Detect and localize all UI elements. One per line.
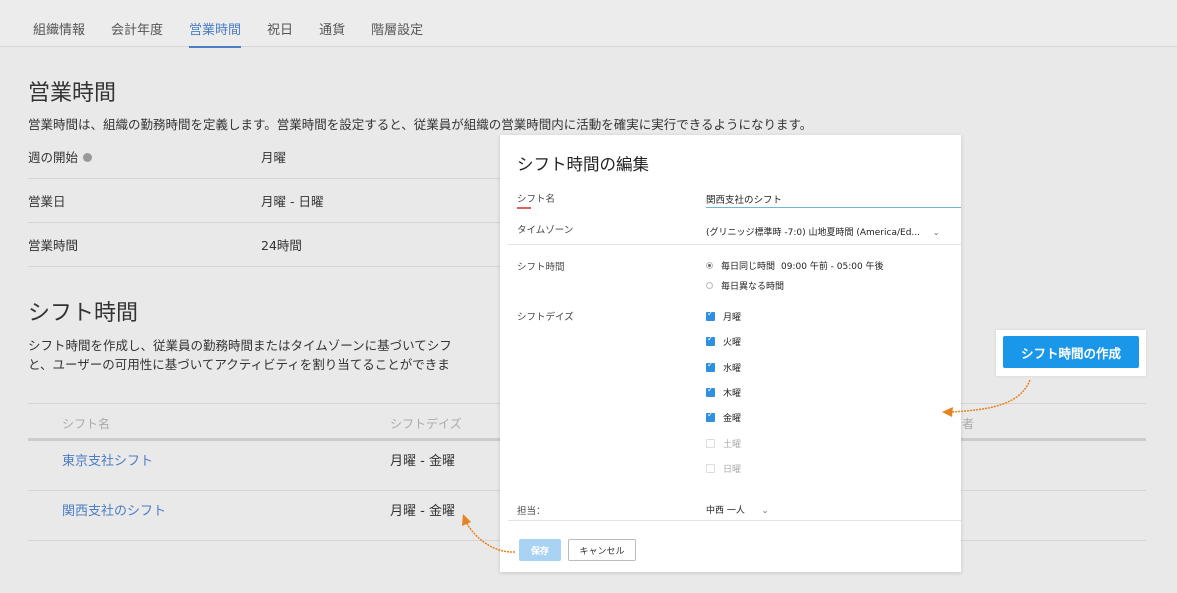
tab-bar: 組織情報 会計年度 営業時間 祝日 通貨 階層設定 (0, 0, 1177, 48)
day-label: 火曜 (723, 338, 742, 348)
shift-name-link[interactable]: 関西支社のシフト (62, 500, 166, 519)
day-label: 水曜 (723, 364, 742, 374)
cancel-button[interactable]: キャンセル (568, 539, 636, 561)
shift-days-cell: 月曜 - 金曜 (390, 504, 455, 519)
checkbox-sunday[interactable] (706, 464, 715, 473)
week-start-row: 週の開始 月曜 (28, 135, 508, 179)
tab-holidays[interactable]: 祝日 (267, 0, 293, 47)
tab-hierarchy[interactable]: 階層設定 (371, 0, 423, 47)
business-hours-description: 営業時間は、組織の勤務時間を定義します。営業時間を設定すると、従業員が組織の営業… (28, 117, 813, 132)
business-days-label: 営業日 (28, 194, 66, 209)
shift-time-label: シフト時間 (517, 262, 565, 273)
modal-title: シフト時間の編集 (517, 155, 649, 174)
create-shift-button[interactable]: シフト時間の作成 (1003, 336, 1139, 368)
timezone-select[interactable]: (グリニッジ標準時 -7:0) 山地夏時間 (America/Ed... ⌄ (706, 225, 940, 238)
business-hours-label: 営業時間 (28, 238, 79, 253)
checkbox-monday[interactable] (706, 309, 715, 321)
divider (508, 520, 961, 521)
shift-name-label: シフト名 (517, 194, 556, 205)
divider (508, 244, 961, 245)
day-label: 木曜 (723, 389, 742, 399)
timezone-label: タイムゾーン (517, 225, 574, 236)
time-range[interactable]: 09:00 午前 - 05:00 午後 (781, 262, 884, 272)
chevron-down-icon: ⌄ (932, 228, 940, 237)
tab-org-info[interactable]: 組織情報 (33, 0, 85, 47)
tab-currency[interactable]: 通貨 (319, 0, 345, 47)
save-button[interactable]: 保存 (519, 539, 561, 561)
different-time-option[interactable]: 毎日異なる時間 (706, 279, 784, 292)
chevron-down-icon: ⌄ (761, 506, 769, 515)
col-owner: 者 (962, 417, 975, 431)
create-shift-callout: シフト時間の作成 (996, 330, 1146, 376)
checkbox-thursday[interactable] (706, 385, 715, 397)
day-label: 土曜 (723, 440, 742, 450)
checkbox-tuesday[interactable] (706, 334, 715, 346)
business-hours-value: 24時間 (261, 238, 302, 253)
checkbox-wednesday[interactable] (706, 360, 715, 372)
business-hours-row: 営業時間 24時間 (28, 223, 508, 267)
shift-name-link[interactable]: 東京支社シフト (62, 450, 153, 469)
edit-shift-modal: シフト時間の編集 シフト名 タイムゾーン (グリニッジ標準時 -7:0) 山地夏… (500, 135, 961, 572)
info-icon[interactable] (83, 153, 93, 162)
business-days-value: 月曜 - 日曜 (261, 194, 324, 209)
day-label: 月曜 (723, 313, 742, 323)
week-start-value: 月曜 (261, 150, 287, 165)
checkbox-saturday[interactable] (706, 439, 715, 448)
business-days-row: 営業日 月曜 - 日曜 (28, 179, 508, 223)
tab-fiscal-year[interactable]: 会計年度 (111, 0, 163, 47)
shift-days-label: シフトデイズ (517, 312, 574, 323)
required-indicator (517, 207, 531, 209)
shifts-title: シフト時間 (28, 301, 139, 326)
business-hours-title: 営業時間 (28, 81, 117, 106)
shift-name-input[interactable] (706, 191, 961, 208)
shift-days-cell: 月曜 - 金曜 (390, 454, 455, 469)
day-label: 金曜 (723, 414, 742, 424)
radio-icon[interactable] (706, 262, 713, 269)
tab-business-hours[interactable]: 営業時間 (189, 0, 242, 48)
assignee-select[interactable]: 中西 一人 ⌄ (706, 503, 768, 516)
checkbox-friday[interactable] (706, 410, 715, 422)
col-shift-name: シフト名 (62, 417, 111, 431)
radio-icon[interactable] (706, 282, 713, 289)
col-shift-days: シフトデイズ (390, 417, 462, 431)
day-label: 日曜 (723, 465, 742, 475)
shifts-description-line1: シフト時間を作成し、従業員の勤務時間またはタイムゾーンに基づいてシフ (28, 338, 452, 353)
shifts-description-line2: と、ユーザーの可用性に基づいてアクティビティを割り当てることができま (28, 357, 450, 372)
week-start-label: 週の開始 (28, 147, 93, 166)
assignee-label: 担当： (517, 506, 546, 517)
same-time-option[interactable]: 毎日同じ時間 09:00 午前 - 05:00 午後 (706, 259, 884, 272)
